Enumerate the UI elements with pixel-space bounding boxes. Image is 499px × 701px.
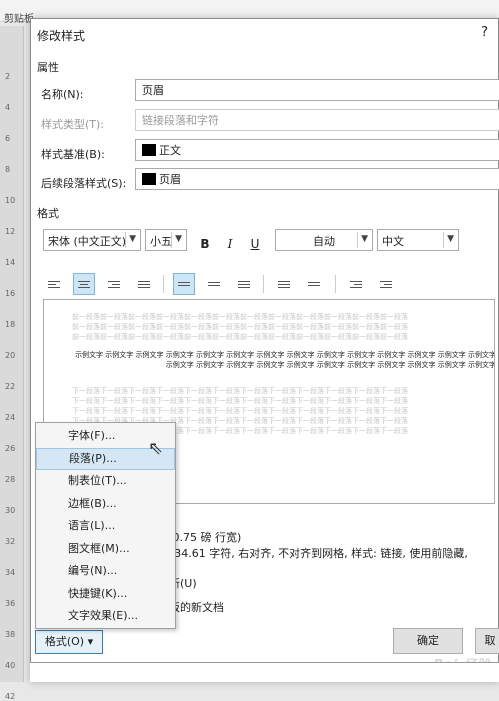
- align-left-icon[interactable]: [43, 273, 65, 295]
- underline-button[interactable]: U: [245, 234, 265, 254]
- based-on-field[interactable]: 正文: [135, 139, 499, 161]
- help-button[interactable]: ?: [481, 25, 488, 40]
- justify-icon[interactable]: [133, 273, 155, 295]
- ruler-tick: 4: [5, 103, 11, 112]
- toolbar-divider: [263, 275, 264, 293]
- vertical-ruler: 2 4 6 8 10 12 14 16 18 20 22 24 26 28 30 32 34 36 38 40 42: [0, 26, 24, 701]
- ruler-tick: 20: [5, 351, 16, 360]
- style-description-line: 中 + 34.61 字符, 右对齐, 不对齐到网格, 样式: 链接, 使用前隐藏…: [147, 547, 468, 560]
- font-value: 宋体 (中文正文): [48, 235, 127, 248]
- ruler-tick: 6: [5, 134, 11, 143]
- format-menu-item[interactable]: 文字效果(E)...: [36, 605, 175, 627]
- ruler-tick: 14: [5, 258, 16, 267]
- language-value: 中文: [382, 235, 404, 248]
- previous-paragraph-line: 前一段落前一段落前一段落前一段落前一段落前一段落前一段落前一段落前一段落前一段落…: [72, 323, 408, 331]
- ruler-tick: 8: [5, 165, 11, 174]
- bold-button[interactable]: B: [195, 234, 215, 254]
- name-field[interactable]: 页眉: [135, 79, 499, 101]
- next-paragraph-line: 下一段落下一段落下一段落下一段落下一段落下一段落下一段落下一段落下一段落下一段落…: [72, 387, 408, 395]
- align-right-icon[interactable]: [103, 273, 125, 295]
- format-menu-item[interactable]: 编号(N)...: [36, 560, 175, 582]
- next-style-label: 后续段落样式(S):: [41, 177, 127, 190]
- format-menu-item[interactable]: 制表位(T)...: [36, 470, 175, 492]
- based-on-value: 正文: [159, 144, 181, 157]
- next-paragraph-line: 下一段落下一段落下一段落下一段落下一段落下一段落下一段落下一段落下一段落下一段落…: [72, 407, 408, 415]
- style-type-field: 链接段落和字符: [135, 109, 499, 131]
- style-type-value: 链接段落和字符: [142, 114, 219, 127]
- chevron-down-icon: ▼: [171, 232, 184, 248]
- increase-spacing-icon[interactable]: [273, 273, 295, 295]
- chevron-down-icon: ▼: [125, 232, 138, 248]
- format-heading: 格式: [37, 207, 59, 220]
- ruler-tick: 42: [5, 692, 16, 701]
- ok-button[interactable]: 确定: [393, 628, 463, 654]
- align-center-icon[interactable]: [73, 273, 95, 295]
- decrease-spacing-icon[interactable]: [303, 273, 325, 295]
- dialog-title: 修改样式: [37, 29, 86, 43]
- ruler-tick: 16: [5, 289, 16, 298]
- cancel-button[interactable]: 取: [475, 628, 499, 654]
- italic-button[interactable]: I: [220, 234, 240, 254]
- decrease-indent-icon[interactable]: [345, 273, 367, 295]
- format-menu-item[interactable]: 快捷键(K)...: [36, 583, 175, 605]
- sample-text: 示例文字 示例文字 示例文字 示例文字 示例文字 示例文字 示例文字 示例文字 …: [75, 351, 495, 369]
- ruler-tick: 22: [5, 382, 16, 391]
- chevron-down-icon: ▼: [443, 232, 456, 248]
- font-combo[interactable]: 宋体 (中文正文) ▼: [43, 229, 141, 251]
- name-value: 页眉: [142, 84, 164, 97]
- style-swatch-icon: [142, 173, 156, 185]
- size-combo[interactable]: 小五 ▼: [145, 229, 187, 251]
- previous-paragraph-line: 前一段落前一段落前一段落前一段落前一段落前一段落前一段落前一段落前一段落前一段落…: [72, 313, 408, 321]
- ruler-tick: 28: [5, 475, 16, 484]
- ruler-tick: 2: [5, 72, 11, 81]
- ruler-tick: 32: [5, 537, 16, 546]
- font-color-combo[interactable]: 自动 ▼: [275, 229, 373, 251]
- single-spacing-icon[interactable]: [173, 273, 195, 295]
- font-color-value: 自动: [313, 235, 335, 248]
- ruler-tick: 26: [5, 444, 16, 453]
- ruler-tick: 40: [5, 661, 16, 670]
- style-swatch-icon: [142, 144, 156, 156]
- next-style-value: 页眉: [159, 173, 181, 186]
- one-half-spacing-icon[interactable]: [203, 273, 225, 295]
- format-menu-item[interactable]: 图文框(M)...: [36, 538, 175, 560]
- properties-heading: 属性: [37, 61, 59, 74]
- name-label: 名称(N):: [41, 88, 84, 101]
- next-style-field[interactable]: 页眉: [135, 168, 499, 190]
- previous-paragraph-line: 前一段落前一段落前一段落前一段落前一段落前一段落前一段落前一段落前一段落前一段落…: [72, 333, 408, 341]
- ruler-tick: 24: [5, 413, 16, 422]
- ruler-tick: 36: [5, 599, 16, 608]
- style-type-label: 样式类型(T):: [41, 118, 105, 131]
- chevron-down-icon: ▼: [357, 232, 370, 248]
- ruler-tick: 30: [5, 506, 16, 515]
- toolbar-divider: [335, 275, 336, 293]
- format-menu-item[interactable]: 语言(L)...: [36, 515, 175, 537]
- language-combo[interactable]: 中文 ▼: [377, 229, 459, 251]
- next-paragraph-line: 下一段落下一段落下一段落下一段落下一段落下一段落下一段落下一段落下一段落下一段落…: [72, 397, 408, 405]
- based-on-label: 样式基准(B):: [41, 148, 105, 161]
- document-table-edge: [30, 662, 499, 682]
- ruler-tick: 38: [5, 630, 16, 639]
- size-value: 小五: [150, 235, 172, 248]
- mouse-cursor-icon: ⇖: [148, 438, 164, 459]
- toolbar-divider: [163, 275, 164, 293]
- ruler-tick: 34: [5, 568, 16, 577]
- format-menu-item[interactable]: 边框(B)...: [36, 493, 175, 515]
- ruler-tick: 10: [5, 196, 16, 205]
- increase-indent-icon[interactable]: [375, 273, 397, 295]
- paragraph-toolbar: [43, 273, 423, 295]
- double-spacing-icon[interactable]: [233, 273, 255, 295]
- ruler-tick: 18: [5, 320, 16, 329]
- format-button[interactable]: 格式(O) ▾: [35, 630, 103, 654]
- ruler-tick: 12: [5, 227, 16, 236]
